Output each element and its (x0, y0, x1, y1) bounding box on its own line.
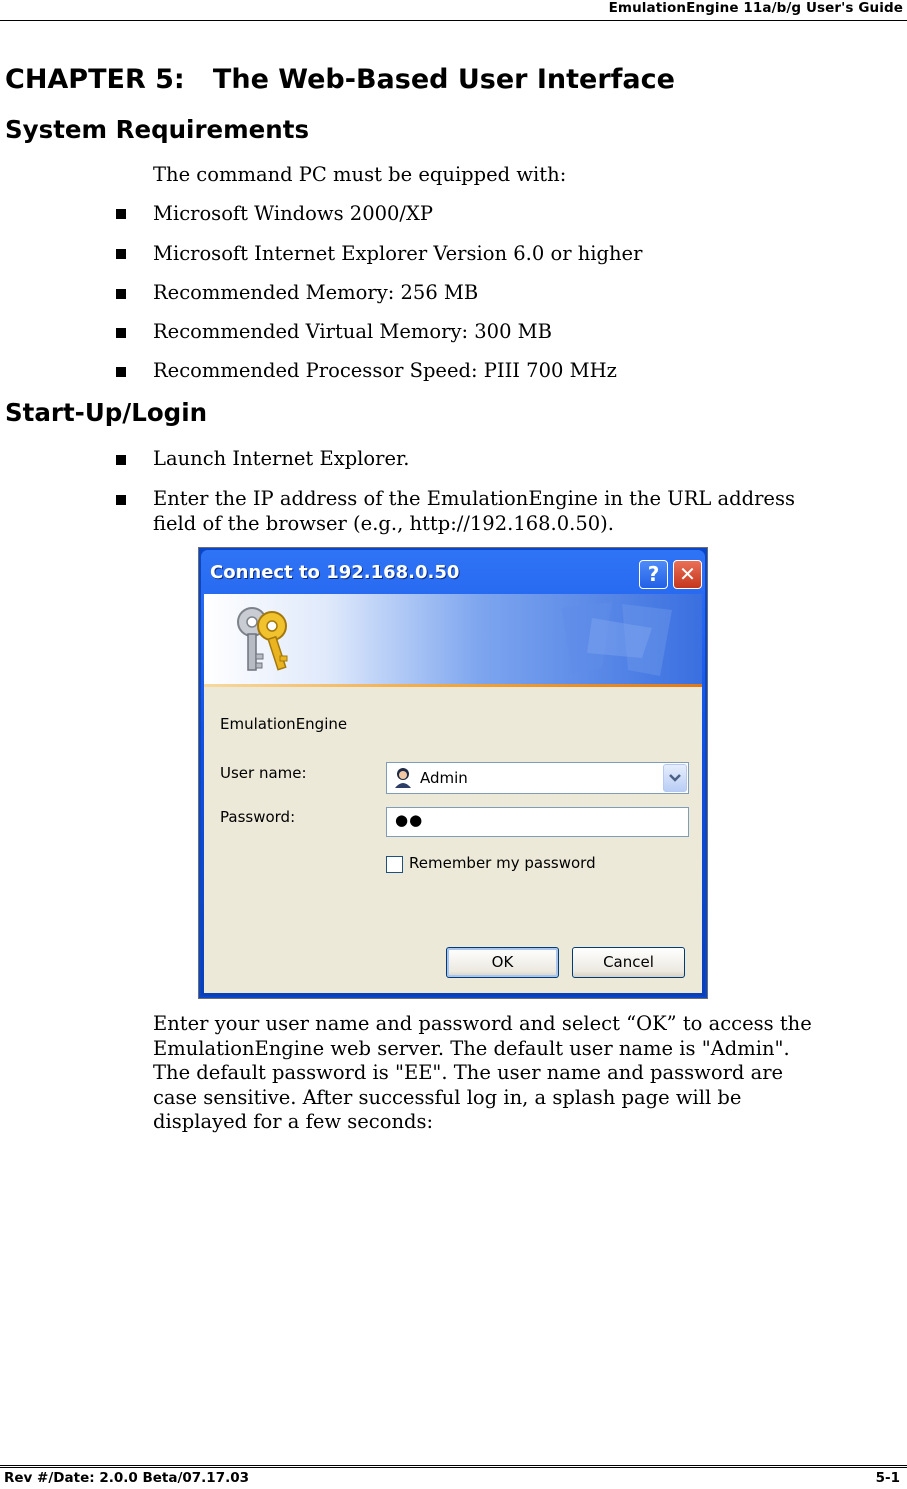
realm-label: EmulationEngine (220, 715, 348, 733)
login-instructions-paragraph: Enter your user name and password and se… (153, 1012, 903, 1135)
keys-icon (237, 607, 288, 671)
bullet-icon (116, 367, 126, 377)
bullet-icon (116, 249, 126, 259)
requirement-item: Microsoft Internet Explorer Version 6.0 … (153, 242, 643, 265)
requirement-item: Recommended Memory: 256 MB (153, 281, 479, 304)
dialog-frame: Connect to 192.168.0.50 ? ✕ EmulationEng… (201, 550, 705, 996)
bullet-icon (116, 328, 126, 338)
chapter-title: CHAPTER 5: The Web-Based User Interface (5, 64, 675, 95)
login-dialog: Connect to 192.168.0.50 ? ✕ EmulationEng… (198, 547, 708, 999)
paragraph-line: EmulationEngine web server. The default … (153, 1036, 790, 1060)
dialog-banner (204, 594, 702, 684)
bullet-icon (116, 455, 126, 465)
user-name-label: User name: (220, 764, 307, 782)
user-name-value: Admin (420, 769, 468, 787)
user-name-combobox[interactable]: Admin (386, 762, 689, 794)
dropdown-arrow-icon[interactable] (663, 764, 687, 792)
paragraph-line: Enter your user name and password and se… (153, 1012, 812, 1035)
requirement-item: Microsoft Windows 2000/XP (153, 202, 433, 225)
cancel-button[interactable]: Cancel (572, 947, 685, 978)
intro-paragraph: The command PC must be equipped with: (153, 163, 567, 186)
paragraph-line: The default password is "EE". The user n… (153, 1061, 784, 1084)
section-heading-system-requirements: System Requirements (5, 115, 310, 144)
page-header: EmulationEngine 11a/b/g User's Guide (0, 0, 907, 21)
password-field[interactable]: ●● (386, 807, 689, 837)
startup-step: Launch Internet Explorer. (153, 447, 410, 470)
page-number: 5-1 (875, 1470, 900, 1486)
password-value: ●● (395, 811, 424, 829)
banner-divider (204, 684, 702, 687)
header-title: EmulationEngine 11a/b/g User's Guide (608, 0, 903, 16)
help-button[interactable]: ? (639, 560, 668, 589)
footer-divider (0, 1465, 907, 1468)
paragraph-line: displayed for a few seconds: (153, 1110, 434, 1133)
bullet-icon (116, 495, 126, 505)
remember-password-label[interactable]: Remember my password (409, 854, 596, 872)
close-button[interactable]: ✕ (673, 560, 702, 589)
footer-revision: Rev #/Date: 2.0.0 Beta/07.17.03 (4, 1470, 250, 1486)
password-label: Password: (220, 808, 296, 826)
dialog-body: EmulationEngine User name: Admin Passwor… (204, 594, 702, 993)
startup-step-continued: field of the browser (e.g., http://192.1… (153, 512, 614, 535)
user-icon (395, 768, 411, 788)
banner-decoration-icon (562, 602, 672, 676)
dialog-title: Connect to 192.168.0.50 (210, 562, 460, 583)
section-heading-startup-login: Start-Up/Login (5, 398, 208, 427)
bullet-icon (116, 289, 126, 299)
requirement-item: Recommended Virtual Memory: 300 MB (153, 320, 552, 343)
paragraph-line: case sensitive. After successful log in,… (153, 1085, 742, 1109)
requirement-item: Recommended Processor Speed: PIII 700 MH… (153, 359, 617, 382)
bullet-icon (116, 209, 126, 219)
remember-password-checkbox[interactable] (386, 856, 403, 873)
ok-button[interactable]: OK (446, 947, 559, 978)
startup-step: Enter the IP address of the EmulationEng… (153, 487, 795, 510)
